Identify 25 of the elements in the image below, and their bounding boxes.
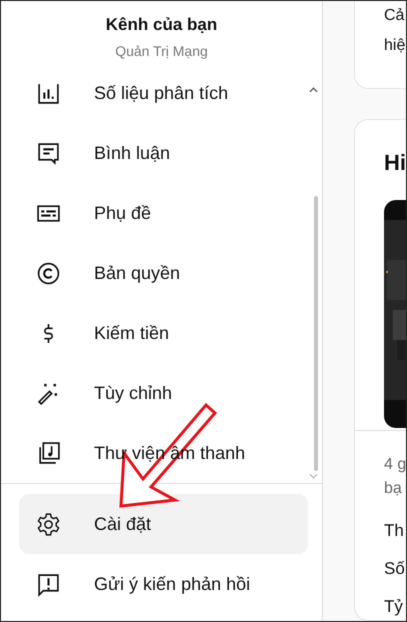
comment-icon: [36, 140, 61, 166]
settings-icon: [36, 512, 61, 536]
card-text: Th: [384, 521, 405, 541]
card-text: Cả: [384, 6, 406, 26]
channel-name: Quản Trị Mạng: [115, 43, 208, 59]
card-text: Số: [384, 559, 406, 579]
menu-item[interactable]: Số liệu phân tích: [1, 63, 322, 123]
card-title: Hi: [384, 150, 406, 176]
card-text: bạ: [384, 479, 403, 499]
menu-item[interactable]: Bình luận: [1, 123, 322, 183]
menu-item[interactable]: Phụ đề: [1, 183, 322, 243]
card-text: Tỷ: [384, 597, 404, 617]
menu-item[interactable]: Cài đặt: [19, 494, 308, 554]
menu-item[interactable]: Bản quyền: [1, 243, 322, 303]
menu-item[interactable]: Tùy chỉnh: [1, 363, 322, 423]
scrollbar-thumb[interactable]: [314, 196, 318, 471]
copyright-icon: [36, 260, 61, 286]
feedback-icon: [36, 572, 61, 596]
card-text: hiệ: [384, 36, 406, 56]
menu-item[interactable]: Gửi ý kiến phản hồi: [1, 554, 322, 614]
scroll-up-icon[interactable]: [309, 87, 318, 93]
scroll-down-icon[interactable]: [309, 473, 318, 479]
card-text: 4 g: [384, 455, 406, 475]
channel-title: Kênh của bạn: [106, 15, 218, 35]
menu-item[interactable]: Kiếm tiền: [1, 303, 322, 363]
